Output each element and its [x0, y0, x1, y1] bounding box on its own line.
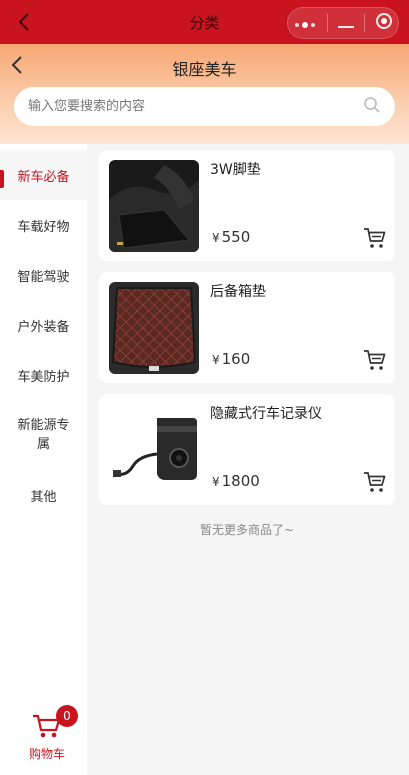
product-card[interactable]: 3W脚垫 ¥550	[99, 150, 395, 261]
mini-program-capsule	[287, 7, 399, 39]
sidebar-item-new-energy[interactable]: 新能源专属	[0, 400, 87, 470]
capsule-divider	[364, 14, 365, 32]
sidebar-item-other[interactable]: 其他	[0, 470, 87, 520]
product-name[interactable]: 后备箱垫	[210, 281, 266, 301]
price-value: 1800	[221, 472, 260, 490]
sidebar-item-new-car-essentials[interactable]: 新车必备	[0, 150, 87, 200]
currency-symbol: ¥	[212, 353, 220, 367]
product-price: ¥550	[212, 228, 250, 246]
product-card[interactable]: 后备箱垫 ¥160	[99, 272, 395, 383]
add-to-cart-icon[interactable]	[363, 226, 387, 250]
no-more-items-text: 暂无更多商品了~	[199, 523, 295, 537]
currency-symbol: ¥	[212, 231, 220, 245]
trunk-mat-image	[109, 282, 199, 374]
dashcam-image	[109, 404, 199, 496]
more-icon[interactable]	[293, 14, 317, 33]
store-title: 银座美车	[172, 60, 237, 79]
sidebar-item-label: 车载好物	[17, 219, 70, 235]
product-card[interactable]: 隐藏式行车记录仪 ¥1800	[99, 394, 395, 505]
sidebar-item-outdoor-gear[interactable]: 户外装备	[0, 300, 87, 350]
price-value: 550	[221, 228, 251, 246]
back-icon[interactable]	[12, 8, 36, 36]
top-nav-title: 分类	[189, 13, 220, 32]
search-bar[interactable]	[14, 87, 395, 126]
sidebar-item-label: 其他	[30, 489, 57, 505]
category-page: 分类 银座美车 新车	[0, 0, 409, 775]
price-value: 160	[221, 350, 251, 368]
cart-label: 购物车	[28, 747, 65, 761]
sidebar-item-label: 智能驾驶	[17, 269, 70, 285]
sidebar-item-label: 新车必备	[17, 169, 70, 185]
sidebar-item-smart-driving[interactable]: 智能驾驶	[0, 250, 87, 300]
currency-symbol: ¥	[212, 475, 220, 489]
category-sidebar: 新车必备 车载好物 智能驾驶 户外装备 车美防护 新能源专属 其他 0 购物车	[0, 144, 87, 775]
store-header: 银座美车	[0, 44, 409, 144]
sidebar-item-car-goods[interactable]: 车载好物	[0, 200, 87, 250]
sidebar-item-label: 车美防护	[17, 369, 70, 385]
search-input[interactable]	[28, 99, 363, 114]
sidebar-item-label: 户外装备	[17, 319, 70, 335]
cart-count-badge: 0	[56, 705, 78, 727]
top-nav-bar: 分类	[0, 0, 409, 44]
sidebar-item-car-protection[interactable]: 车美防护	[0, 350, 87, 400]
floor-mat-image	[109, 160, 199, 252]
close-circle-icon[interactable]	[375, 12, 393, 34]
sidebar-item-label: 新能源专属	[17, 417, 70, 453]
product-price: ¥1800	[212, 472, 260, 490]
capsule-divider	[327, 14, 328, 32]
add-to-cart-icon[interactable]	[363, 348, 387, 372]
minimize-icon[interactable]	[338, 14, 354, 33]
product-name[interactable]: 隐藏式行车记录仪	[210, 403, 322, 423]
product-name[interactable]: 3W脚垫	[210, 159, 261, 179]
product-price: ¥160	[212, 350, 250, 368]
cart-button[interactable]: 0 购物车	[22, 705, 78, 763]
add-to-cart-icon[interactable]	[363, 470, 387, 494]
search-icon[interactable]	[363, 96, 381, 118]
product-list: 3W脚垫 ¥550 后备箱垫 ¥ 160 隐藏式行车记录仪 ¥ 1800	[99, 150, 395, 516]
